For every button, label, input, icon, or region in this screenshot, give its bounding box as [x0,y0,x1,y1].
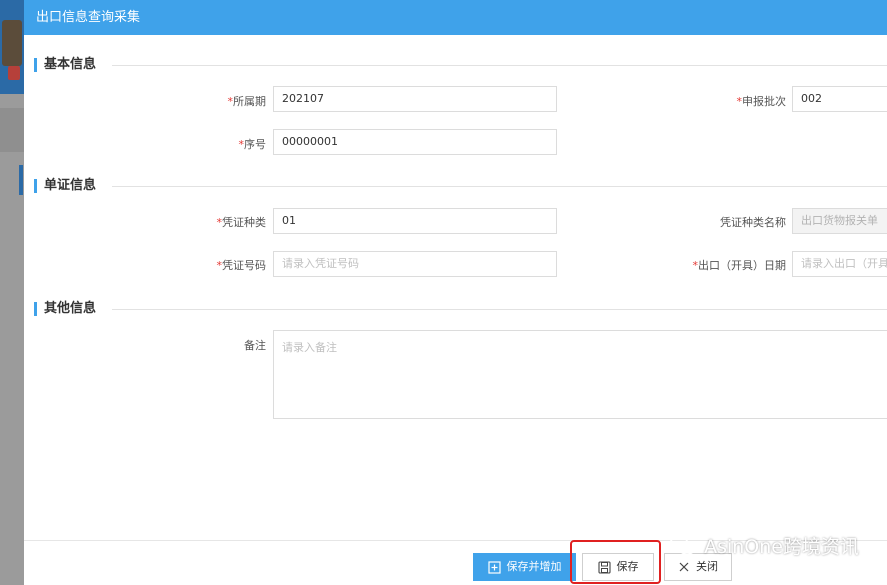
add-doc-icon [487,560,501,574]
wechat-icon [668,535,698,557]
voucher-no-label: *凭证号码 [216,259,267,272]
export-date-label: *出口（开具）日期 [692,259,787,272]
voucher-no-field[interactable]: 请录入凭证号码 [273,251,557,277]
voucher-type-label: *凭证种类 [216,216,267,229]
background-band [0,108,24,152]
batch-field[interactable]: 002 [792,86,887,112]
watermark-text: AsinOne跨境资讯 [704,536,859,558]
section-divider [112,309,887,310]
voucher-type-name-label: 凭证种类名称 [720,216,786,229]
voucher-type-name-field: 出口货物报关单 [792,208,887,234]
period-label: *所属期 [227,95,267,108]
remark-label: 备注 [244,339,266,352]
period-field[interactable]: 202107 [273,86,557,112]
section-divider [112,186,887,187]
close-icon [678,561,690,573]
watermark: AsinOne跨境资讯 [668,532,859,559]
background-logo-mark [8,66,20,80]
background-logo [2,20,22,66]
dialog-title: 出口信息查询采集 [24,0,887,35]
save-and-add-button[interactable]: 保存并增加 [473,553,576,581]
remark-textarea[interactable]: 请录入备注 [273,330,887,419]
export-date-field[interactable]: 请录入出口（开具）日期 [792,251,887,277]
seq-label: *序号 [238,138,267,151]
seq-field[interactable]: 00000001 [273,129,557,155]
export-info-dialog: 出口信息查询采集 基本信息 *所属期 202107 *申报批次 002 *序号 … [24,0,887,585]
section-voucher-info: 单证信息 [34,178,96,194]
section-basic-info: 基本信息 [34,57,96,73]
batch-label: *申报批次 [736,95,787,108]
save-highlight-box [570,540,661,584]
save-and-add-label: 保存并增加 [506,560,562,573]
background-nav-marker [19,165,23,195]
voucher-type-field[interactable]: 01 [273,208,557,234]
section-other-info: 其他信息 [34,301,96,317]
section-divider [112,65,887,66]
background-app-strip [0,0,24,585]
